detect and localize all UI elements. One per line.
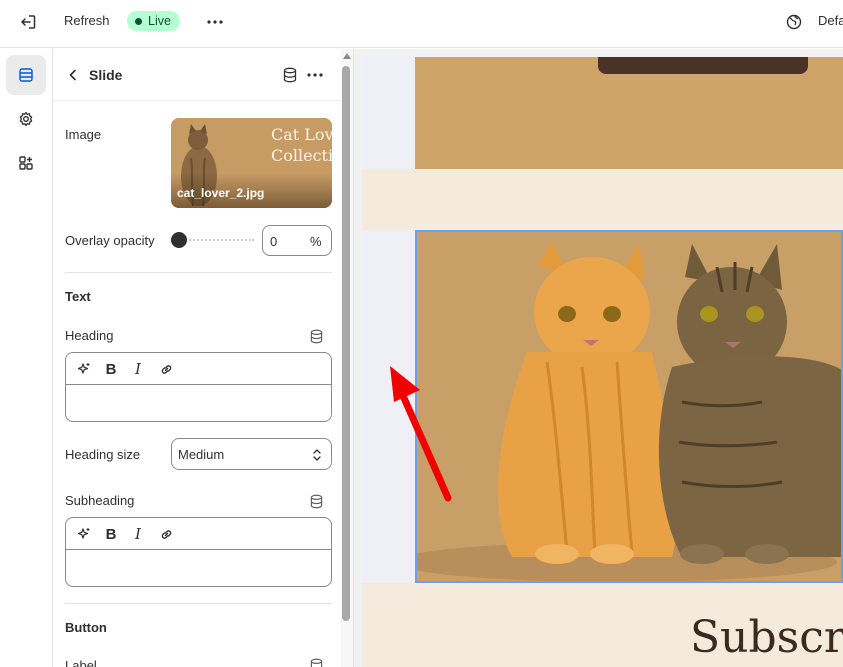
heading-editor: B I [65, 352, 332, 422]
heading-size-select[interactable]: Medium [171, 438, 332, 470]
preview-top-section[interactable] [415, 57, 843, 169]
select-chevron-icon [308, 445, 326, 465]
rail-apps-button[interactable] [6, 143, 46, 183]
label-dynamic-source-icon[interactable] [307, 656, 325, 667]
overlay-opacity-input[interactable]: 0 % [262, 225, 332, 256]
image-label: Image [65, 127, 102, 142]
exit-icon[interactable] [18, 12, 38, 32]
red-arrow-annotation [390, 366, 452, 502]
language-selector[interactable]: Defa [818, 13, 843, 28]
subheading-label: Subheading [65, 493, 135, 508]
heading-toolbar: B I [66, 353, 331, 385]
panel-title: Slide [89, 67, 123, 83]
panel-scrollbar[interactable] [341, 49, 353, 667]
editor-rail [0, 49, 53, 667]
heading-size-value: Medium [178, 447, 225, 462]
ai-sparkle-icon[interactable] [74, 524, 94, 544]
bold-icon[interactable]: B [101, 524, 121, 544]
heading-label: Heading [65, 328, 114, 343]
thumbnail-text: Cat Lov Collectio [271, 125, 332, 165]
scroll-up-arrow-icon[interactable] [343, 53, 351, 59]
button-section-title: Button [65, 620, 107, 635]
overlay-opacity-slider[interactable] [178, 239, 254, 241]
button-label-label: Label [65, 658, 97, 667]
subheading-toolbar: B I [66, 518, 331, 550]
divider [65, 603, 332, 604]
rail-settings-button[interactable] [6, 99, 46, 139]
back-chevron-icon[interactable] [63, 65, 83, 85]
preview-spacer [362, 169, 843, 230]
bold-icon[interactable]: B [101, 359, 121, 379]
gear-icon [19, 111, 33, 127]
rail-sections-button[interactable] [6, 55, 46, 95]
panel-header: Slide [53, 49, 344, 101]
scrollbar-thumb[interactable] [342, 66, 350, 621]
subheading-dynamic-source-icon[interactable] [307, 492, 325, 510]
selected-slide[interactable] [415, 230, 843, 583]
top-bar: Refresh Live Defa [0, 0, 843, 48]
overlay-opacity-slider-handle[interactable] [171, 232, 187, 248]
image-filename: cat_lover_2.jpg [177, 186, 265, 200]
panel-more-icon[interactable] [304, 65, 326, 85]
status-badge-label: Live [148, 14, 171, 28]
status-badge: Live [127, 11, 180, 31]
overlay-opacity-value: 0 [270, 234, 278, 249]
divider [65, 272, 332, 273]
ai-sparkle-icon[interactable] [74, 359, 94, 379]
link-icon[interactable] [156, 359, 176, 379]
link-icon[interactable] [156, 524, 176, 544]
italic-icon[interactable]: I [128, 524, 148, 544]
italic-icon[interactable]: I [128, 359, 148, 379]
dynamic-source-icon[interactable] [280, 65, 300, 85]
overlay-opacity-unit: % [310, 234, 322, 249]
preview-top-button[interactable] [598, 57, 808, 74]
overlay-opacity-label: Overlay opacity [65, 233, 155, 248]
heading-dynamic-source-icon[interactable] [307, 327, 325, 345]
sections-icon [19, 68, 33, 82]
image-picker-thumbnail[interactable]: Cat Lov Collectio cat_lover_2.jpg [171, 118, 332, 208]
theme-title: Refresh [64, 13, 110, 28]
apps-icon [19, 156, 33, 170]
globe-icon[interactable] [784, 12, 804, 32]
newsletter-heading: Subscri [690, 612, 843, 663]
slide-settings-panel: Slide Image Cat Lov Collectio cat_lover_… [53, 49, 354, 667]
live-dot-icon [135, 17, 142, 25]
subheading-editor: B I [65, 517, 332, 587]
heading-size-label: Heading size [65, 447, 141, 462]
two-cats-image [417, 232, 841, 581]
more-actions-icon[interactable] [204, 12, 226, 32]
text-section-title: Text [65, 289, 91, 304]
